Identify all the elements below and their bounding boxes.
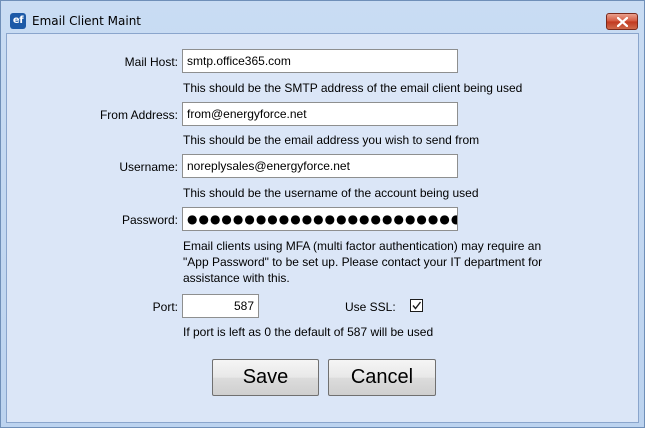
mail-host-hint: This should be the SMTP address of the e… <box>183 81 523 95</box>
email-client-maint-window: ef Email Client Maint Mail Host: smtp.of… <box>0 0 645 428</box>
cancel-button[interactable]: Cancel <box>328 359 436 396</box>
use-ssl-label: Use SSL: <box>345 300 396 314</box>
from-address-label: From Address: <box>99 108 178 122</box>
port-input[interactable]: 587 <box>182 294 259 318</box>
close-button[interactable] <box>606 13 638 30</box>
username-hint: This should be the username of the accou… <box>183 186 479 200</box>
mail-host-label: Mail Host: <box>124 55 178 69</box>
password-hint-line-3: assistance with this. <box>183 271 290 285</box>
save-button[interactable]: Save <box>212 359 319 396</box>
username-label: Username: <box>119 160 178 174</box>
password-label: Password: <box>121 213 178 227</box>
password-hint-line-2: "App Password" to be set up. Please cont… <box>183 255 543 269</box>
username-input[interactable]: noreplysales@energyforce.net <box>182 154 458 178</box>
window-title: Email Client Maint <box>32 14 142 28</box>
dialog-body: Mail Host: smtp.office365.com This shoul… <box>6 33 639 423</box>
app-icon: ef <box>10 13 26 29</box>
password-input[interactable]: ●●●●●●●●●●●●●●●●●●●●●●●●●●●●●●●●● <box>182 207 458 231</box>
from-address-hint: This should be the email address you wis… <box>183 133 480 147</box>
port-label: Port: <box>152 300 178 314</box>
mail-host-input[interactable]: smtp.office365.com <box>182 49 458 73</box>
port-hint: If port is left as 0 the default of 587 … <box>183 325 434 339</box>
use-ssl-checkbox[interactable] <box>410 299 423 312</box>
title-bar[interactable]: ef Email Client Maint <box>1 1 644 33</box>
from-address-input[interactable]: from@energyforce.net <box>182 102 458 126</box>
close-icon <box>617 17 628 27</box>
password-hint-line-1: Email clients using MFA (multi factor au… <box>183 239 542 253</box>
checkmark-icon <box>412 301 422 310</box>
